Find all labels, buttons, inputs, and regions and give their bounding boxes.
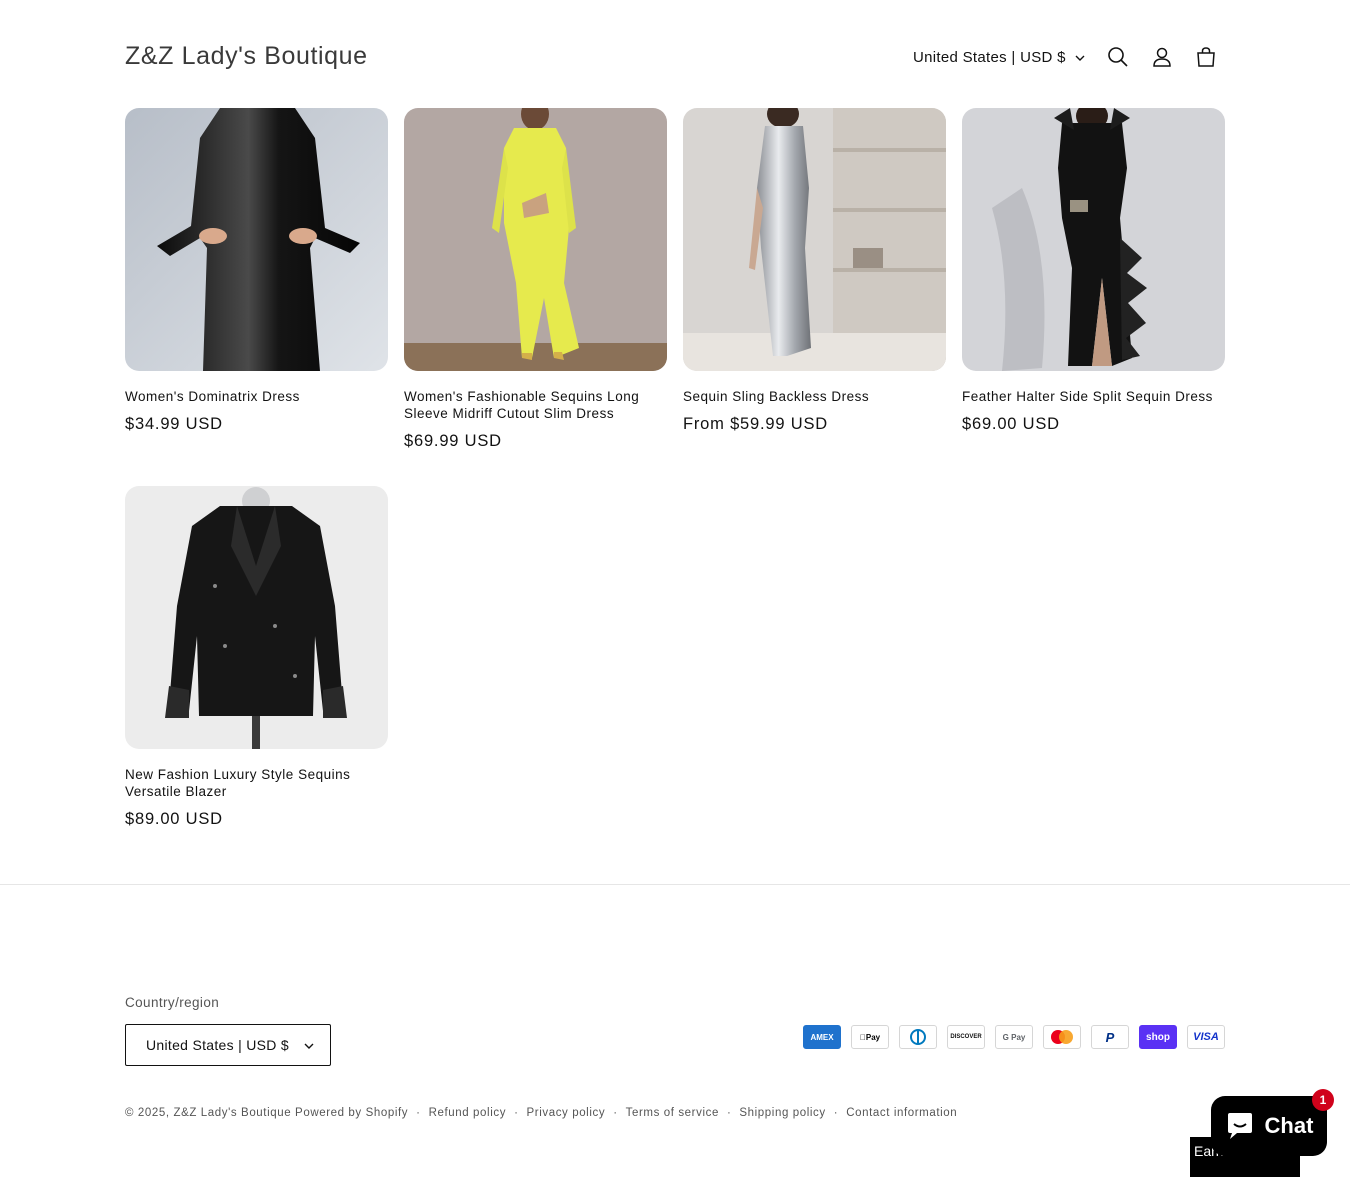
product-image-black-feather-dress[interactable] bbox=[962, 108, 1225, 371]
footer-legal: © 2025, Z&Z Lady's Boutique Powered by S… bbox=[125, 1107, 957, 1119]
product-title[interactable]: Feather Halter Side Split Sequin Dress bbox=[962, 388, 1225, 405]
product-title[interactable]: Sequin Sling Backless Dress bbox=[683, 388, 946, 405]
separator: · bbox=[726, 1107, 732, 1119]
product-card[interactable]: Women's Fashionable Sequins Long Sleeve … bbox=[404, 108, 667, 451]
product-title[interactable]: Women's Fashionable Sequins Long Sleeve … bbox=[404, 388, 667, 422]
chevron-down-icon bbox=[304, 1043, 314, 1049]
apple-pay-icon: Pay bbox=[851, 1025, 889, 1049]
country-region-label: Country/region bbox=[125, 995, 220, 1010]
country-currency-selector[interactable]: United States | USD $ bbox=[913, 49, 1085, 66]
paypal-icon: P bbox=[1091, 1025, 1129, 1049]
product-card[interactable]: Women's Dominatrix Dress $34.99 USD bbox=[125, 108, 388, 434]
cart-icon[interactable] bbox=[1192, 43, 1220, 71]
separator: · bbox=[514, 1107, 519, 1119]
footer-country-value: United States | USD $ bbox=[146, 1037, 289, 1053]
product-image-yellow-sequin-dress[interactable] bbox=[404, 108, 667, 371]
separator: · bbox=[833, 1107, 839, 1119]
separator: · bbox=[416, 1107, 421, 1119]
site-header: Z&Z Lady's Boutique United States | USD … bbox=[125, 28, 1225, 88]
product-price: $69.99 USD bbox=[404, 432, 502, 450]
copyright-text: © 2025, bbox=[125, 1107, 170, 1119]
contact-information-link[interactable]: Contact information bbox=[846, 1107, 957, 1119]
amex-icon: AMEX bbox=[803, 1025, 841, 1049]
privacy-policy-link[interactable]: Privacy policy bbox=[527, 1107, 606, 1119]
product-price: $89.00 USD bbox=[125, 810, 223, 828]
product-price: $69.00 USD bbox=[962, 415, 1060, 433]
product-card[interactable]: New Fashion Luxury Style Sequins Versati… bbox=[125, 486, 388, 829]
visa-icon: VISA bbox=[1187, 1025, 1225, 1049]
chat-bubble-icon bbox=[1227, 1113, 1252, 1139]
chat-button[interactable]: Chat bbox=[1211, 1096, 1327, 1156]
chat-notification-badge: 1 bbox=[1312, 1089, 1334, 1111]
diners-club-icon bbox=[899, 1025, 937, 1049]
terms-of-service-link[interactable]: Terms of service bbox=[626, 1107, 719, 1119]
store-link[interactable]: Z&Z Lady's Boutique bbox=[173, 1107, 291, 1119]
chevron-down-icon bbox=[1075, 55, 1085, 61]
product-title[interactable]: New Fashion Luxury Style Sequins Versati… bbox=[125, 766, 388, 800]
shipping-policy-link[interactable]: Shipping policy bbox=[739, 1107, 825, 1119]
mastercard-icon bbox=[1043, 1025, 1081, 1049]
footer-country-selector[interactable]: United States | USD $ bbox=[125, 1024, 331, 1066]
payment-icons: AMEX Pay DISCOVER G Pay P shop VISA bbox=[803, 1025, 1225, 1049]
store-logo[interactable]: Z&Z Lady's Boutique bbox=[125, 42, 368, 71]
product-image-silver-sequin-dress[interactable] bbox=[683, 108, 946, 371]
product-title[interactable]: Women's Dominatrix Dress bbox=[125, 388, 388, 405]
google-pay-icon: G Pay bbox=[995, 1025, 1033, 1049]
refund-policy-link[interactable]: Refund policy bbox=[429, 1107, 506, 1119]
product-image-black-leather-dress[interactable] bbox=[125, 108, 388, 371]
country-currency-label: United States | USD $ bbox=[913, 49, 1066, 66]
product-price: $34.99 USD bbox=[125, 415, 223, 433]
discover-icon: DISCOVER bbox=[947, 1025, 985, 1049]
product-card[interactable]: Sequin Sling Backless Dress From $59.99 … bbox=[683, 108, 946, 434]
search-icon[interactable] bbox=[1104, 43, 1132, 71]
footer-divider bbox=[0, 884, 1350, 885]
account-icon[interactable] bbox=[1148, 43, 1176, 71]
chat-label: Chat bbox=[1264, 1113, 1314, 1138]
product-price: From $59.99 USD bbox=[683, 415, 828, 433]
product-card[interactable]: Feather Halter Side Split Sequin Dress $… bbox=[962, 108, 1225, 434]
product-image-black-sequin-blazer[interactable] bbox=[125, 486, 388, 749]
shop-pay-icon: shop bbox=[1139, 1025, 1177, 1049]
powered-by-shopify-link[interactable]: Powered by Shopify bbox=[295, 1107, 408, 1119]
separator: · bbox=[613, 1107, 618, 1119]
